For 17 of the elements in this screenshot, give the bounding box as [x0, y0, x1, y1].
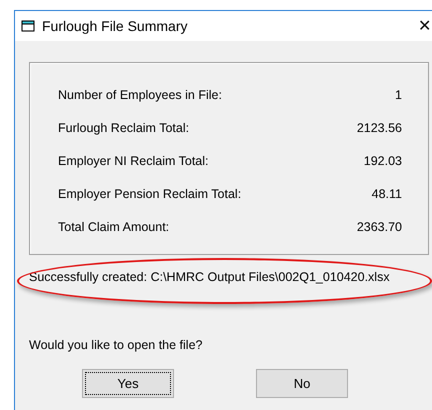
summary-value: 48.11 — [372, 186, 402, 200]
summary-label: Employer NI Reclaim Total: — [58, 154, 209, 168]
summary-label: Total Claim Amount: — [58, 220, 170, 234]
summary-label: Furlough Reclaim Total: — [58, 120, 190, 134]
window-title: Furlough File Summary — [42, 18, 188, 34]
open-file-prompt: Would you like to open the file? — [29, 338, 204, 352]
no-button[interactable]: No — [256, 369, 348, 398]
summary-label: Number of Employees in File: — [58, 88, 222, 102]
yes-button[interactable]: Yes — [82, 369, 174, 398]
status-message: Successfully created: C:\HMRC Output Files\002Q1_010420.xlsx — [29, 270, 390, 284]
summary-label: Employer Pension Reclaim Total: — [58, 186, 242, 200]
summary-value: 192.03 — [364, 154, 402, 168]
close-icon[interactable]: ✕ — [418, 16, 431, 36]
window-icon — [21, 20, 36, 32]
summary-value: 2123.56 — [356, 120, 402, 134]
summary-value: 1 — [395, 88, 402, 102]
summary-value: 2363.70 — [356, 220, 402, 234]
